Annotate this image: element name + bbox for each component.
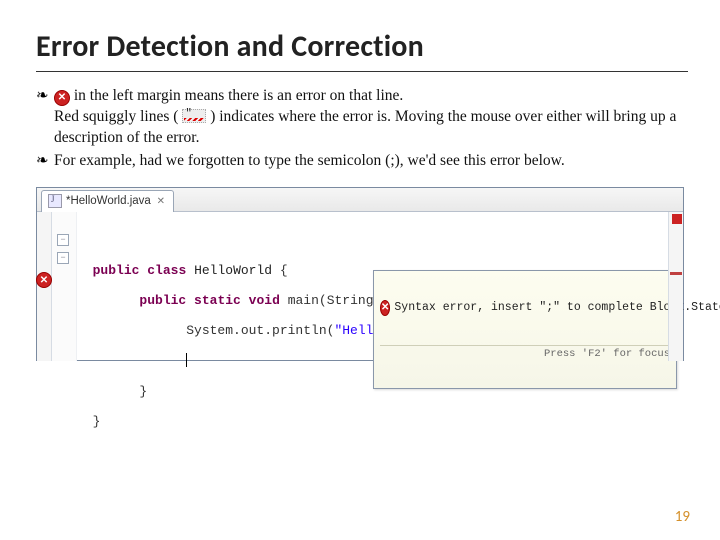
text-caret: [186, 353, 187, 367]
bullet-body: ✕ in the left margin means there is an e…: [54, 86, 688, 149]
squiggle-icon: ": [182, 107, 206, 128]
bullet-glyph: ❧: [36, 86, 54, 108]
java-file-icon: [48, 194, 62, 208]
error-tooltip[interactable]: ✕ Syntax error, insert ";" to complete B…: [373, 270, 677, 389]
fold-gutter: − −: [52, 212, 77, 361]
code-area[interactable]: public class HelloWorld { public static …: [77, 212, 668, 361]
error-icon: ✕: [380, 300, 390, 316]
bullet-2-text: For example, had we forgotten to type th…: [54, 151, 688, 172]
editor-body: ✕ − − public class HelloWorld { public s…: [37, 212, 683, 361]
page-title: Error Detection and Correction: [36, 28, 688, 65]
close-icon[interactable]: ✕: [155, 195, 167, 207]
ide-screenshot: *HelloWorld.java ✕ ✕ − − public class He…: [36, 187, 684, 361]
tooltip-hint: Press 'F2' for focus: [380, 345, 670, 360]
error-icon: ✕: [54, 86, 70, 107]
fold-toggle[interactable]: −: [57, 252, 69, 264]
bullet-1a-text: in the left margin means there is an err…: [74, 87, 403, 104]
tooltip-message-row: ✕ Syntax error, insert ";" to complete B…: [380, 300, 670, 316]
editor-tabbar: *HelloWorld.java ✕: [37, 188, 683, 212]
error-ruler: ✕: [37, 212, 52, 361]
title-underline: [36, 71, 688, 72]
bullet-list: ❧ ✕ in the left margin means there is an…: [36, 86, 688, 173]
overview-ruler: [668, 212, 683, 361]
bullet-1: ❧ ✕ in the left margin means there is an…: [36, 86, 688, 149]
bullet-2: ❧ For example, had we forgotten to type …: [36, 151, 688, 173]
error-summary-icon[interactable]: [672, 214, 682, 224]
error-icon[interactable]: ✕: [36, 270, 50, 284]
bullet-1b-before: Red squiggly lines (: [54, 108, 178, 125]
tab-filename: *HelloWorld.java: [66, 195, 151, 207]
slide: Error Detection and Correction ❧ ✕ in th…: [0, 0, 720, 540]
fold-toggle[interactable]: −: [57, 234, 69, 246]
code-line-7: }: [77, 414, 668, 429]
code-line-1: [77, 233, 668, 248]
error-marker[interactable]: [670, 272, 682, 275]
page-number: 19: [675, 508, 690, 526]
editor-tab-helloworld[interactable]: *HelloWorld.java ✕: [41, 190, 174, 212]
bullet-glyph: ❧: [36, 151, 54, 173]
